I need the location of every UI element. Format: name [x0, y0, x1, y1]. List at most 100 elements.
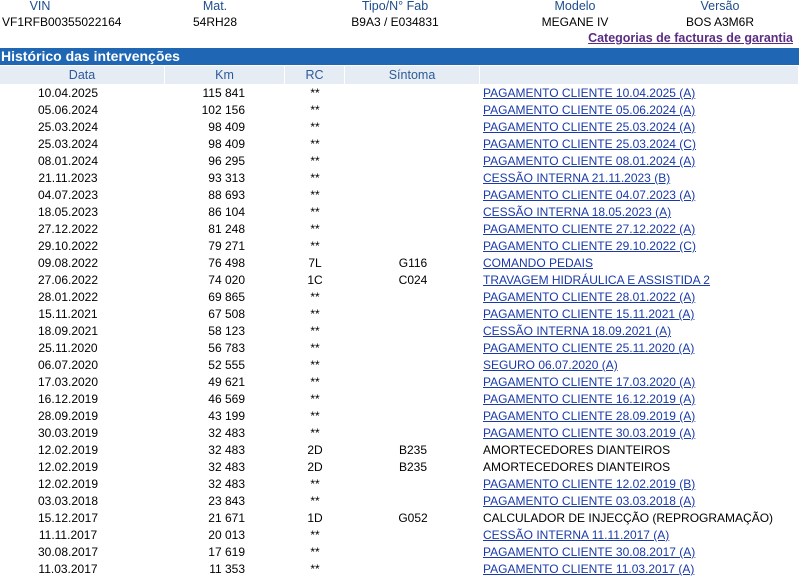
table-row: 12.02.2019 32 483 2D B235 AMORTECEDORES DIAN…: [0, 442, 799, 459]
tipo-header: Tipo/N° Fab: [361, 0, 429, 13]
row-date: 10.04.2025: [37, 86, 99, 100]
table-row: 16.12.2019 46 569 ** PAGAMENTO CLIENTE 16.1…: [0, 391, 799, 408]
row-rc: **: [310, 528, 320, 542]
intervention-link[interactable]: PAGAMENTO CLIENTE 10.04.2025 (A): [483, 86, 695, 100]
intervention-link[interactable]: CESSÃO INTERNA 21.11.2023 (B): [483, 171, 670, 185]
row-km: 86 104: [208, 205, 245, 219]
intervention-link[interactable]: CESSÃO INTERNA 11.11.2017 (A): [483, 528, 669, 542]
table-row: 12.02.2019 32 483 2D B235 AMORTECEDORES DIAN…: [0, 459, 799, 476]
row-rc: **: [310, 103, 320, 117]
row-symptom: C024: [398, 273, 428, 287]
row-date: 12.02.2019: [37, 460, 99, 474]
row-km: 32 483: [208, 426, 245, 440]
row-date: 21.11.2023: [38, 171, 98, 185]
row-km: 56 783: [208, 341, 245, 355]
intervention-link[interactable]: SEGURO 06.07.2020 (A): [483, 358, 618, 372]
row-km: 102 156: [201, 103, 245, 117]
row-rc: **: [310, 307, 320, 321]
row-km: 88 693: [208, 188, 245, 202]
intervention-link[interactable]: CESSÃO INTERNA 18.05.2023 (A): [483, 205, 671, 219]
row-rc: **: [310, 324, 320, 338]
intervention-link[interactable]: PAGAMENTO CLIENTE 28.01.2022 (A): [483, 290, 695, 304]
intervention-link[interactable]: PAGAMENTO CLIENTE 12.02.2019 (B): [483, 477, 695, 491]
intervention-link[interactable]: PAGAMENTO CLIENTE 16.12.2019 (A): [483, 392, 695, 406]
row-rc: **: [310, 137, 320, 151]
row-rc: **: [310, 222, 320, 236]
vehicle-header-values: VF1RFB00355022164 54RH28 B9A3 / E034831 …: [0, 14, 799, 30]
row-date: 28.09.2019: [37, 409, 99, 423]
table-row: 27.12.2022 81 248 ** PAGAMENTO CLIENTE 27.1…: [0, 221, 799, 238]
row-symptom: B235: [398, 460, 428, 474]
row-rc: **: [310, 239, 320, 253]
intervention-link[interactable]: PAGAMENTO CLIENTE 05.06.2024 (A): [483, 103, 695, 117]
row-km: 32 483: [208, 443, 245, 457]
table-row: 30.08.2017 17 619 ** PAGAMENTO CLIENTE 30.0…: [0, 544, 799, 561]
row-date: 06.07.2020: [37, 358, 99, 372]
intervention-link[interactable]: COMANDO PEDAIS: [483, 256, 593, 270]
row-date: 03.03.2018: [37, 494, 99, 508]
intervention-link[interactable]: PAGAMENTO CLIENTE 08.01.2024 (A): [483, 154, 695, 168]
row-date: 12.02.2019: [37, 477, 99, 491]
table-row: 15.12.2017 21 671 1D G052 CALCULADOR DE INJE…: [0, 510, 799, 527]
row-date: 04.07.2023: [37, 188, 99, 202]
intervention-link[interactable]: PAGAMENTO CLIENTE 15.11.2021 (A): [483, 307, 694, 321]
row-symptom: B235: [398, 443, 428, 457]
row-rc: **: [310, 290, 320, 304]
row-date: 05.06.2024: [37, 103, 99, 117]
section-title: Histórico das intervenções: [0, 48, 799, 65]
row-km: 32 483: [208, 460, 245, 474]
intervention-link[interactable]: PAGAMENTO CLIENTE 30.08.2017 (A): [483, 545, 695, 559]
row-km: 49 621: [208, 375, 245, 389]
mat-value: 54RH28: [192, 15, 238, 29]
row-rc: **: [310, 86, 320, 100]
row-rc: **: [310, 426, 320, 440]
row-date: 29.10.2022: [37, 239, 99, 253]
intervention-link[interactable]: PAGAMENTO CLIENTE 03.03.2018 (A): [483, 494, 695, 508]
versao-value: BOS A3M6R: [685, 15, 755, 29]
row-km: 98 409: [208, 120, 245, 134]
intervention-link[interactable]: CESSÃO INTERNA 18.09.2021 (A): [483, 324, 671, 338]
table-row: 09.08.2022 76 498 7L G116 COMANDO PEDAIS: [0, 255, 799, 272]
row-rc: 1C: [307, 273, 323, 287]
table-row: 08.01.2024 96 295 ** PAGAMENTO CLIENTE 08.0…: [0, 153, 799, 170]
row-km: 69 865: [208, 290, 245, 304]
row-date: 11.03.2017: [38, 562, 98, 576]
row-rc: **: [310, 477, 320, 491]
col-header-km: Km: [165, 66, 285, 84]
intervention-link[interactable]: PAGAMENTO CLIENTE 28.09.2019 (A): [483, 409, 695, 423]
intervention-link[interactable]: PAGAMENTO CLIENTE 25.03.2024 (C): [483, 137, 696, 151]
row-description: AMORTECEDORES DIANTEIROS: [483, 460, 671, 474]
table-row: 11.11.2017 20 013 ** CESSÃO INTERNA 11.11.2…: [0, 527, 799, 544]
table-row: 05.06.2024 102 156 ** PAGAMENTO CLIENTE 05.…: [0, 102, 799, 119]
row-symptom: G116: [398, 256, 428, 270]
row-km: 17 619: [208, 545, 245, 559]
intervention-link[interactable]: PAGAMENTO CLIENTE 29.10.2022 (C): [483, 239, 696, 253]
row-rc: 1D: [307, 511, 323, 525]
intervention-link[interactable]: PAGAMENTO CLIENTE 04.07.2023 (A): [483, 188, 695, 202]
versao-header: Versão: [700, 0, 740, 13]
row-rc: 2D: [307, 443, 323, 457]
intervention-link[interactable]: PAGAMENTO CLIENTE 25.03.2024 (A): [483, 120, 695, 134]
table-row: 30.03.2019 32 483 ** PAGAMENTO CLIENTE 30.0…: [0, 425, 799, 442]
intervention-link[interactable]: PAGAMENTO CLIENTE 30.03.2019 (A): [483, 426, 695, 440]
row-date: 15.12.2017: [37, 511, 99, 525]
row-km: 81 248: [208, 222, 245, 236]
row-km: 115 841: [202, 86, 246, 100]
warranty-categories-link[interactable]: Categorias de facturas de garantia: [588, 31, 793, 45]
intervention-link[interactable]: PAGAMENTO CLIENTE 25.11.2020 (A): [483, 341, 694, 355]
row-km: 23 843: [208, 494, 245, 508]
row-date: 11.11.2017: [38, 528, 98, 542]
intervention-link[interactable]: PAGAMENTO CLIENTE 17.03.2020 (A): [483, 375, 695, 389]
col-header-date: Data: [0, 66, 165, 84]
intervention-link[interactable]: PAGAMENTO CLIENTE 27.12.2022 (A): [483, 222, 695, 236]
vin-value: VF1RFB00355022164: [2, 15, 122, 29]
table-row: 18.05.2023 86 104 ** CESSÃO INTERNA 18.05.2…: [0, 204, 799, 221]
row-rc: **: [310, 341, 320, 355]
row-symptom: G052: [398, 511, 428, 525]
row-rc: **: [310, 545, 320, 559]
row-km: 43 199: [208, 409, 245, 423]
intervention-link[interactable]: TRAVAGEM HIDRÁULICA E ASSISTIDA 2: [483, 273, 710, 287]
intervention-link[interactable]: PAGAMENTO CLIENTE 11.03.2017 (A): [483, 562, 694, 576]
table-row: 28.01.2022 69 865 ** PAGAMENTO CLIENTE 28.0…: [0, 289, 799, 306]
row-date: 27.06.2022: [37, 273, 99, 287]
